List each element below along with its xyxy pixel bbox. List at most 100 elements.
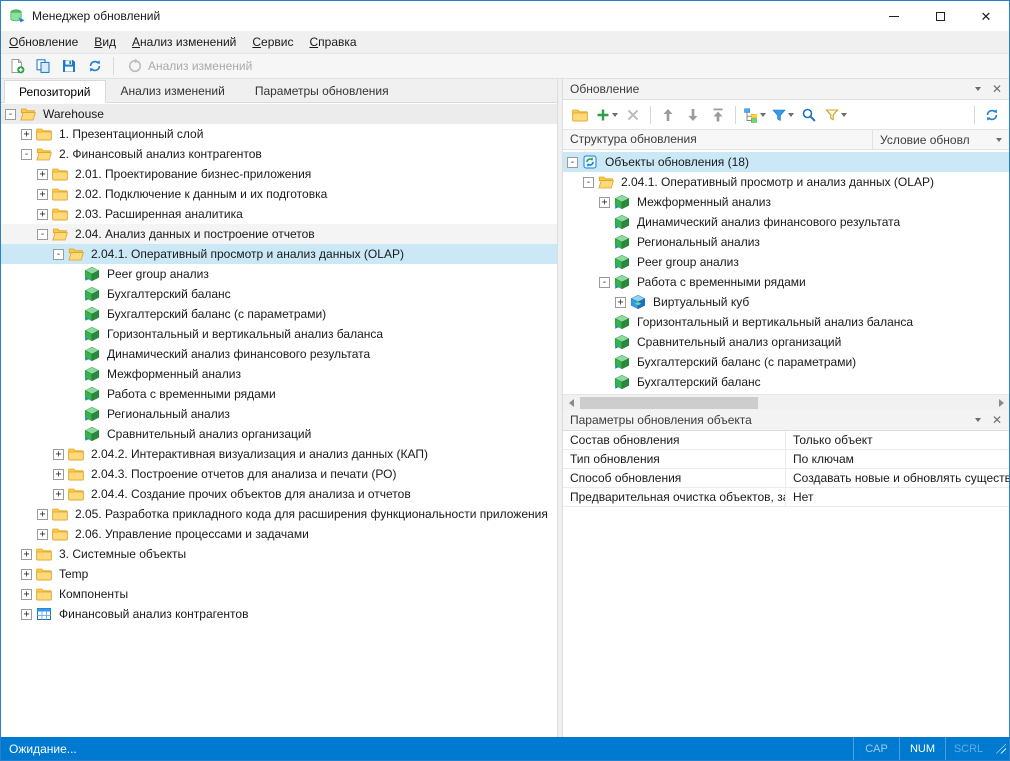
move-top-button[interactable] [706,104,730,126]
tree-row[interactable]: Межформенный анализ [1,364,557,384]
tree-row[interactable]: - 2. Финансовый анализ контрагентов [1,144,557,164]
tree-row[interactable]: Бухгалтерский баланс [1,284,557,304]
column-header-structure[interactable]: Структура обновления [563,130,873,149]
remove-object-button[interactable] [621,104,645,126]
expander-icon[interactable]: - [567,157,578,168]
tree-row[interactable]: - 2.04. Анализ данных и построение отчет… [1,224,557,244]
tree-row[interactable]: + Финансовый анализ контрагентов [1,604,557,624]
panel-menu-caret-icon[interactable] [975,87,981,91]
scroll-right-button[interactable] [993,395,1009,411]
move-down-button[interactable] [681,104,705,126]
tree-row[interactable]: + 2.04.4. Создание прочих объектов для а… [1,484,557,504]
tree-row[interactable]: Бухгалтерский баланс (с параметрами) [1,304,557,324]
tree-row[interactable]: + Компоненты [1,584,557,604]
tree-row[interactable]: Работа с временными рядами [1,384,557,404]
scroll-left-button[interactable] [563,395,579,411]
expander-icon[interactable]: - [5,109,16,120]
property-value[interactable]: Создавать новые и обновлять существу... [786,469,1009,487]
expander-icon[interactable]: + [615,297,626,308]
search-button[interactable] [797,104,821,126]
tree-row[interactable]: + Temp [1,564,557,584]
property-value[interactable]: Только объект [786,431,1009,449]
tree-row[interactable]: + 1. Презентационный слой [1,124,557,144]
tab[interactable]: Параметры обновления [240,79,404,102]
sync-button[interactable] [980,104,1004,126]
expander-icon[interactable]: + [21,549,32,560]
panel-menu-caret-icon[interactable] [975,418,981,422]
menu-item[interactable]: Сервис [244,31,301,53]
tree-row[interactable]: - 2.04.1. Оперативный просмотр и анализ … [563,172,1009,192]
tree-row[interactable]: + Межформенный анализ [563,192,1009,212]
property-value[interactable]: По ключам [786,450,1009,468]
column-dropdown-caret-icon[interactable] [996,138,1002,142]
expander-icon[interactable]: - [37,229,48,240]
expander-icon[interactable]: + [53,489,64,500]
tree-row[interactable]: Бухгалтерский баланс [563,372,1009,392]
tree-row[interactable]: Динамический анализ финансового результа… [1,344,557,364]
copy-button[interactable] [31,55,55,77]
tree-row[interactable]: + Виртуальный куб [563,292,1009,312]
tree-row[interactable]: + 2.06. Управление процессами и задачами [1,524,557,544]
tree-row[interactable]: + 2.04.2. Интерактивная визуализация и а… [1,444,557,464]
menu-item[interactable]: Вид [86,31,124,53]
expander-icon[interactable]: + [37,509,48,520]
tree-row[interactable]: + 2.05. Разработка прикладного кода для … [1,504,557,524]
panel-close-icon[interactable]: ✕ [992,83,1002,95]
tree-view-button[interactable] [741,104,768,126]
tree-row[interactable]: Peer group анализ [1,264,557,284]
tree-row[interactable]: Региональный анализ [1,404,557,424]
menu-item[interactable]: Анализ изменений [124,31,244,53]
expander-icon[interactable]: + [21,609,32,620]
close-button[interactable]: ✕ [963,1,1009,31]
property-value[interactable]: Нет [786,488,1009,506]
tree-row[interactable]: - Объекты обновления (18) [563,152,1009,172]
tree-row[interactable]: + 2.01. Проектирование бизнес-приложения [1,164,557,184]
horizontal-scrollbar[interactable] [563,394,1009,410]
new-update-button[interactable] [5,55,29,77]
tree-row[interactable]: Peer group анализ [563,252,1009,272]
tree-row[interactable]: Сравнительный анализ организаций [563,332,1009,352]
expander-icon[interactable]: + [53,449,64,460]
tree-row[interactable]: + 3. Системные объекты [1,544,557,564]
expander-icon[interactable]: + [21,569,32,580]
condition-filter-button[interactable] [822,104,849,126]
tab[interactable]: Анализ изменений [106,79,240,102]
tree-row[interactable]: Горизонтальный и вертикальный анализ бал… [563,312,1009,332]
expander-icon[interactable]: - [53,249,64,260]
expander-icon[interactable]: + [37,169,48,180]
tree-row[interactable]: Бухгалтерский баланс (с параметрами) [563,352,1009,372]
tree-row[interactable]: - Работа с временными рядами [563,272,1009,292]
resize-grip[interactable] [991,741,1009,757]
property-row[interactable]: Тип обновления По ключам [563,450,1009,469]
filter-button[interactable] [769,104,796,126]
expander-icon[interactable]: - [599,277,610,288]
maximize-button[interactable] [917,1,963,31]
analyze-changes-button[interactable]: Анализ изменений [120,55,259,77]
add-object-button[interactable] [593,104,620,126]
property-row[interactable]: Состав обновления Только объект [563,431,1009,450]
expander-icon[interactable]: + [37,529,48,540]
expander-icon[interactable]: + [21,129,32,140]
minimize-button[interactable] [871,1,917,31]
tree-row[interactable]: Динамический анализ финансового результа… [563,212,1009,232]
expander-icon[interactable]: + [53,469,64,480]
menu-item[interactable]: Справка [301,31,364,53]
tree-row[interactable]: + 2.02. Подключение к данным и их подгот… [1,184,557,204]
expander-icon[interactable]: + [37,209,48,220]
tree-row[interactable]: + 2.03. Расширенная аналитика [1,204,557,224]
expander-icon[interactable]: + [599,197,610,208]
expander-icon[interactable]: + [21,589,32,600]
scrollbar-thumb[interactable] [580,397,758,409]
tree-row[interactable]: Региональный анализ [563,232,1009,252]
panel-close-icon[interactable]: ✕ [992,414,1002,426]
refresh-button[interactable] [83,55,107,77]
save-button[interactable] [57,55,81,77]
tree-row[interactable]: Сравнительный анализ организаций [1,424,557,444]
tree-row[interactable]: + 2.04.3. Построение отчетов для анализа… [1,464,557,484]
tree-row[interactable]: Горизонтальный и вертикальный анализ бал… [1,324,557,344]
tab[interactable]: Репозиторий [4,80,106,103]
move-up-button[interactable] [656,104,680,126]
property-row[interactable]: Предварительная очистка объектов, за... … [563,488,1009,507]
tree-row[interactable]: - Warehouse [1,104,557,124]
property-row[interactable]: Способ обновления Создавать новые и обно… [563,469,1009,488]
